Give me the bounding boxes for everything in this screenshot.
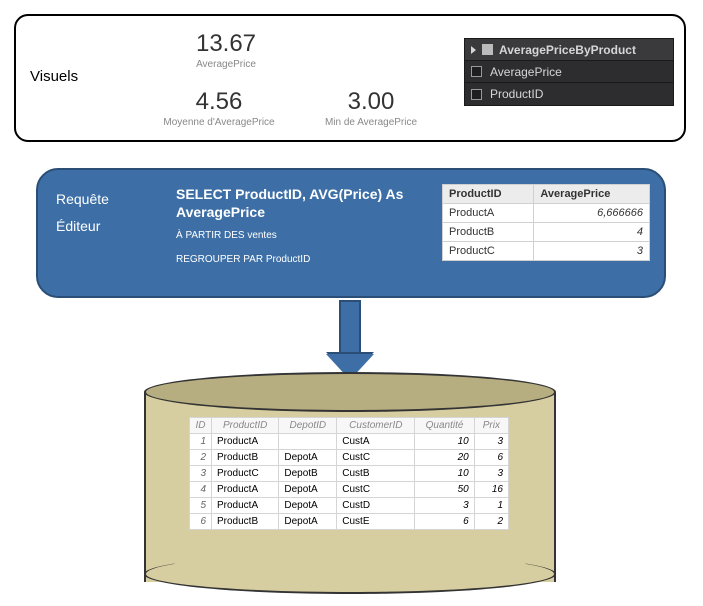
table-row: 5ProductADepotACustD31 [190,498,509,514]
table-row: 1ProductACustA103 [190,434,509,450]
table-row: ProductB4 [443,223,650,242]
source-data-table: ID ProductID DepotID CustomerID Quantité… [189,417,509,530]
field-row-productid[interactable]: ProductID [465,83,673,105]
cylinder-bottom [144,554,556,594]
sql-select: SELECT ProductID, AVG(Price) As AverageP… [176,186,426,221]
kpi-caption: AveragePrice [166,59,286,70]
sql-groupby: REGROUPER PAR ProductID [176,251,426,269]
col-productid: ProductID [212,418,279,434]
arrow-stem [339,300,361,354]
checkbox-icon[interactable] [471,89,482,100]
table-row: 4ProductADepotACustC5016 [190,482,509,498]
field-label: ProductID [490,87,543,101]
kpi-value: 3.00 [296,88,446,116]
table-header: ID ProductID DepotID CustomerID Quantité… [190,418,509,434]
col-productid: ProductID [443,185,534,204]
kpi-min-average: 3.00 Min de AveragePrice [296,88,446,128]
col-customerid: CustomerID [337,418,415,434]
query-result-table: ProductID AveragePrice ProductA6,666666 … [442,184,650,261]
kpi-avg-of-average: 4.56 Moyenne d'AveragePrice [134,88,304,128]
checkbox-icon[interactable] [471,66,482,77]
kpi-average-price: 13.67 AveragePrice [166,30,286,70]
fields-pane[interactable]: AveragePriceByProduct AveragePrice Produ… [464,38,674,106]
query-label: Requête [56,186,176,213]
flow-arrow [326,300,374,380]
visuals-label: Visuels [30,68,78,85]
table-header-row[interactable]: AveragePriceByProduct [465,39,673,61]
field-row-averageprice[interactable]: AveragePrice [465,61,673,83]
field-label: AveragePrice [490,65,562,79]
editor-label: Éditeur [56,213,176,240]
kpi-value: 4.56 [134,88,304,116]
kpi-value: 13.67 [166,30,286,58]
database-cylinder: ID ProductID DepotID CustomerID Quantité… [144,372,556,594]
visuals-panel: Visuels 13.67 AveragePrice 4.56 Moyenne … [14,14,686,142]
table-row: ProductC3 [443,242,650,261]
table-row: 2ProductBDepotACustC206 [190,450,509,466]
cylinder-top [144,372,556,412]
col-depotid: DepotID [279,418,337,434]
table-header: ProductID AveragePrice [443,185,650,204]
table-row: ProductA6,666666 [443,204,650,223]
kpi-caption: Moyenne d'AveragePrice [134,117,304,128]
sql-text: SELECT ProductID, AVG(Price) As AverageP… [176,186,426,269]
table-name: AveragePriceByProduct [499,43,636,57]
kpi-caption: Min de AveragePrice [296,117,446,128]
query-labels: Requête Éditeur [56,186,176,239]
table-row: 6ProductBDepotACustE62 [190,514,509,530]
sql-from: À PARTIR DES ventes [176,227,426,245]
col-quantity: Quantité [415,418,474,434]
col-averageprice: AveragePrice [534,185,650,204]
col-id: ID [190,418,212,434]
col-price: Prix [474,418,508,434]
table-icon [482,44,493,55]
table-row: 3ProductCDepotBCustB103 [190,466,509,482]
query-panel: Requête Éditeur SELECT ProductID, AVG(Pr… [36,168,666,298]
expand-icon[interactable] [471,46,476,54]
